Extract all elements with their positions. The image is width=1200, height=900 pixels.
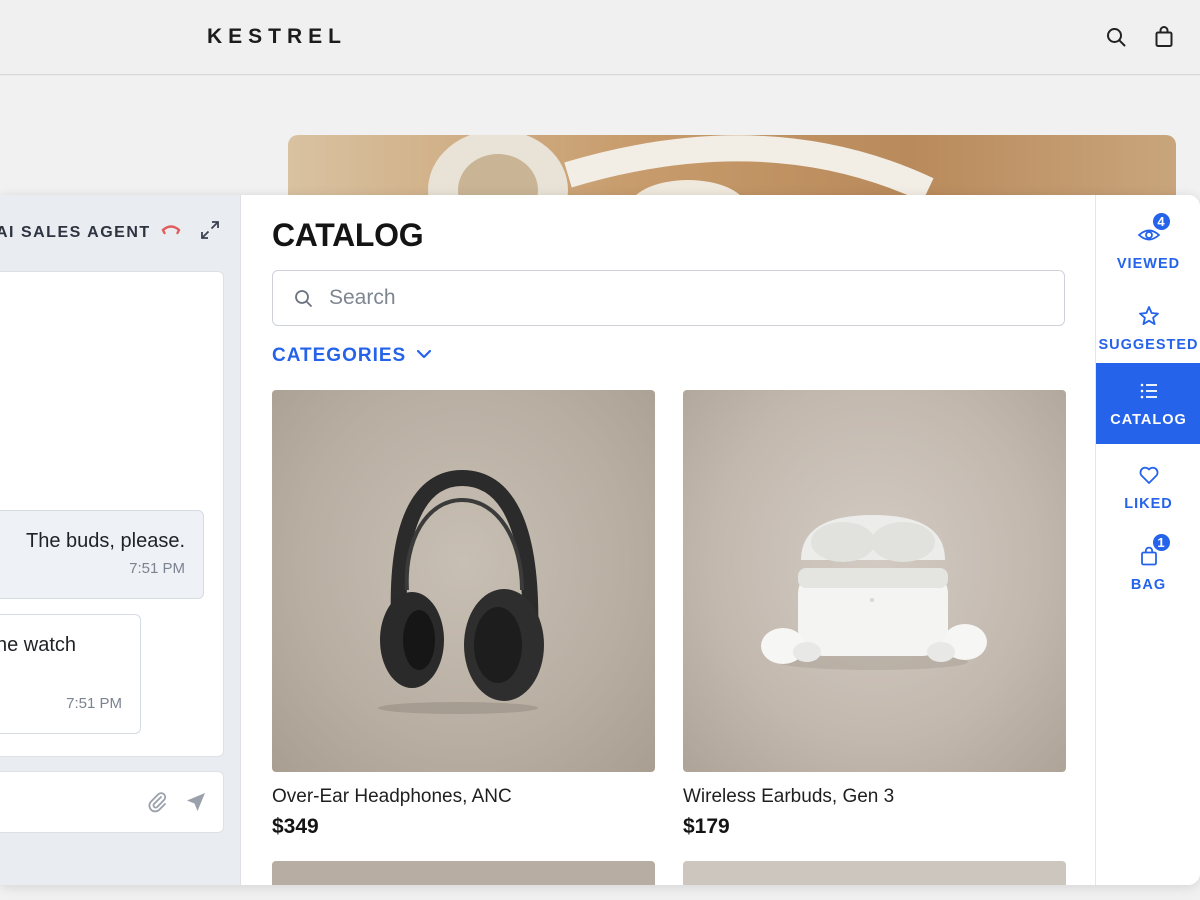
rail-label: CATALOG bbox=[1110, 412, 1187, 428]
rail-label: VIEWED bbox=[1116, 256, 1181, 272]
product-card[interactable] bbox=[272, 861, 655, 885]
search-box[interactable] bbox=[272, 270, 1065, 326]
message-text: The buds, please. bbox=[26, 530, 185, 552]
star-icon bbox=[1137, 304, 1161, 328]
search-icon[interactable] bbox=[1103, 24, 1129, 50]
rail-item-suggested[interactable]: SUGGESTED bbox=[1096, 288, 1200, 369]
agent-message: he watch 7:51 PM bbox=[0, 614, 141, 734]
bag-count-badge: 1 bbox=[1150, 532, 1172, 553]
chat-log[interactable]: The buds, please. 7:51 PM he watch 7:51 … bbox=[0, 271, 224, 757]
eye-icon: 4 bbox=[1137, 211, 1172, 247]
viewed-count-badge: 4 bbox=[1150, 211, 1172, 232]
rail-item-viewed[interactable]: 4 VIEWED bbox=[1096, 207, 1200, 288]
message-text: he watch bbox=[0, 634, 77, 656]
product-name[interactable]: Over-Ear Headphones, ANC bbox=[272, 786, 655, 808]
product-card[interactable] bbox=[683, 861, 1066, 885]
catalog-pane: CATALOG CATEGORIES bbox=[242, 195, 1095, 885]
side-rail: 4 VIEWED SUGGESTED CATALOG LIKED 1 BAG bbox=[1095, 195, 1200, 885]
send-icon[interactable] bbox=[184, 790, 208, 814]
list-icon bbox=[1137, 379, 1161, 403]
rail-label: LIKED bbox=[1124, 496, 1173, 512]
expand-icon[interactable] bbox=[199, 219, 221, 241]
user-message: The buds, please. 7:51 PM bbox=[0, 510, 204, 599]
paperclip-icon[interactable] bbox=[145, 790, 169, 814]
rail-label: SUGGESTED bbox=[1098, 337, 1199, 353]
product-price: $179 bbox=[683, 815, 730, 838]
product-image[interactable] bbox=[272, 390, 655, 772]
categories-dropdown[interactable]: CATEGORIES bbox=[272, 345, 432, 367]
message-timestamp: 7:51 PM bbox=[66, 695, 122, 712]
message-timestamp: 7:51 PM bbox=[129, 560, 185, 577]
message-composer[interactable] bbox=[0, 771, 224, 833]
categories-label: CATEGORIES bbox=[272, 345, 407, 366]
product-price: $349 bbox=[272, 815, 319, 838]
search-input[interactable] bbox=[329, 281, 1029, 315]
heart-icon bbox=[1137, 463, 1161, 487]
rail-item-bag[interactable]: 1 BAG bbox=[1096, 528, 1200, 609]
product-name[interactable]: Wireless Earbuds, Gen 3 bbox=[683, 786, 1066, 808]
search-icon bbox=[293, 288, 315, 310]
chat-pane: AI SALES AGENT The buds, please. 7:51 PM… bbox=[0, 195, 241, 885]
rail-item-liked[interactable]: LIKED bbox=[1096, 447, 1200, 528]
bag-icon: 1 bbox=[1137, 532, 1172, 568]
product-card[interactable]: Wireless Earbuds, Gen 3 $179 bbox=[683, 390, 1066, 839]
page-title: CATALOG bbox=[272, 217, 424, 253]
shopping-assistant-widget: AI SALES AGENT The buds, please. 7:51 PM… bbox=[0, 195, 1200, 885]
rail-item-catalog[interactable]: CATALOG bbox=[1096, 363, 1200, 444]
rail-label: BAG bbox=[1130, 577, 1167, 593]
bag-icon[interactable] bbox=[1151, 24, 1177, 50]
product-card[interactable]: Over-Ear Headphones, ANC $349 bbox=[272, 390, 655, 839]
brand-logo[interactable]: KESTREL bbox=[207, 25, 347, 49]
product-image[interactable] bbox=[683, 390, 1066, 772]
hang-up-icon[interactable] bbox=[161, 221, 181, 237]
chat-title: AI SALES AGENT bbox=[0, 224, 151, 241]
chevron-down-icon bbox=[416, 347, 432, 365]
site-header: KESTREL bbox=[0, 0, 1200, 75]
